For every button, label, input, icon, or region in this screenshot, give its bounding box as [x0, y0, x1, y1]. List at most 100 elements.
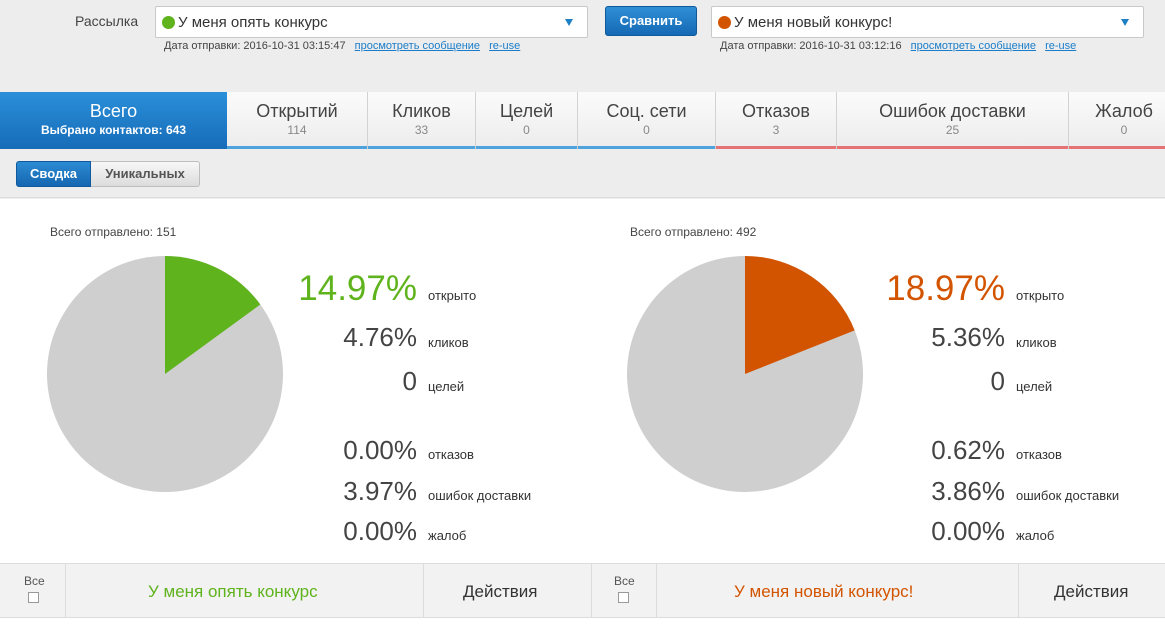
compare-bar: Рассылка У меня опять конкурс Дата отпра… — [0, 0, 1165, 92]
campaign-a-stat-opened: 14.97% — [298, 269, 417, 309]
table-header: Все У меня опять конкурс Действия Все У … — [0, 564, 1165, 618]
campaign-b-stat-goals: 0 — [880, 366, 1005, 398]
tab-total[interactable]: Всего Выбрано контактов: 643 — [0, 92, 227, 149]
column-title: Действия — [463, 582, 538, 601]
stat-label: целей — [428, 379, 465, 394]
contacts-table: Все У меня опять конкурс Действия Все У … — [0, 563, 1165, 632]
tab-count: 0 — [643, 123, 650, 137]
chevron-down-icon[interactable] — [1121, 19, 1129, 26]
stat-label: открыто — [1016, 288, 1065, 303]
select-all-cell-a: Все — [0, 564, 66, 618]
stats-tabs: Всего Выбрано контактов: 643 Открытий 11… — [0, 92, 1165, 149]
select-all-label: Все — [24, 574, 45, 588]
stat-value: 14.97% — [298, 269, 417, 308]
campaign-b-stat-clicks: 5.36% — [880, 322, 1005, 354]
campaign-a-stat-complaints: 0.00% — [300, 516, 417, 548]
campaign-b-select-value: У меня новый конкурс! — [734, 14, 893, 31]
tab-count: 3 — [772, 123, 780, 137]
tab-label: Отказов — [742, 101, 810, 121]
campaign-b-meta: Дата отправки: 2016-10-31 03:12:16 просм… — [720, 40, 1076, 52]
campaign-a-stat-delivery-errors: 3.97% — [300, 476, 417, 508]
tab-social[interactable]: Соц. сети 0 — [578, 92, 716, 149]
stat-value: 4.76% — [343, 322, 417, 352]
tab-clicks[interactable]: Кликов 33 — [368, 92, 476, 149]
stat-label: ошибок доставки — [428, 488, 532, 503]
tab-count: 0 — [523, 123, 530, 137]
campaign-b-stat-opened: 18.97% — [880, 269, 1005, 309]
stat-value: 0 — [990, 366, 1005, 396]
chevron-down-icon[interactable] — [565, 19, 573, 26]
campaign-a-stat-goals: 0 — [300, 366, 417, 398]
tab-bounces[interactable]: Отказов 3 — [716, 92, 837, 149]
stat-value: 3.97% — [343, 476, 417, 506]
tab-count: 33 — [414, 123, 429, 137]
select-all-checkbox[interactable] — [618, 592, 629, 603]
column-title: У меня опять конкурс — [148, 582, 318, 601]
summary-panel: Всего отправлено: 151 14.97% открыто 4.7… — [0, 199, 1165, 563]
campaign-a-color-dot — [162, 16, 175, 29]
stat-label: жалоб — [1016, 528, 1055, 543]
campaign-b-view-link[interactable]: просмотреть сообщение — [911, 40, 1036, 52]
campaign-a-total-sent: Всего отправлено: 151 — [50, 225, 177, 239]
summary-toggle-button[interactable]: Сводка — [16, 161, 91, 187]
campaign-a-reuse-link[interactable]: re-use — [489, 40, 520, 52]
stat-value: 3.86% — [931, 476, 1005, 506]
campaign-a-stat-bounces: 0.00% — [300, 435, 417, 467]
column-title: У меня новый конкурс! — [734, 582, 914, 601]
select-all-cell-b: Все — [592, 564, 657, 618]
stat-label: открыто — [428, 288, 477, 303]
tab-underline — [716, 146, 836, 149]
campaign-b-reuse-link[interactable]: re-use — [1045, 40, 1076, 52]
stat-label: кликов — [428, 335, 469, 350]
view-toggle-bar: Сводка Уникальных — [0, 150, 1165, 198]
stat-value: 0.00% — [931, 516, 1005, 546]
actions-column-header: Действия — [1019, 564, 1165, 618]
unique-toggle-button[interactable]: Уникальных — [91, 161, 200, 187]
stat-value: 0.62% — [931, 435, 1005, 465]
stat-value: 0 — [402, 366, 417, 396]
actions-column-header: Действия — [424, 564, 592, 618]
stat-label: жалоб — [428, 528, 467, 543]
stat-label: целей — [1016, 379, 1053, 394]
campaign-b-stat-bounces: 0.62% — [880, 435, 1005, 467]
campaign-b-stat-delivery-errors: 3.86% — [880, 476, 1005, 508]
stat-value: 0.00% — [343, 435, 417, 465]
tab-label: Жалоб — [1095, 101, 1153, 121]
stat-value: 18.97% — [886, 269, 1005, 308]
tab-goals[interactable]: Целей 0 — [476, 92, 578, 149]
campaign-b-color-dot — [718, 16, 731, 29]
tab-count: 114 — [287, 123, 307, 137]
tab-label: Открытий — [256, 101, 338, 121]
tab-label: Ошибок доставки — [879, 101, 1026, 121]
campaign-b-column-header: У меня новый конкурс! — [657, 564, 1019, 618]
campaign-a-select[interactable]: У меня опять конкурс — [155, 6, 588, 38]
stat-value: 0.00% — [343, 516, 417, 546]
campaign-a-select-value: У меня опять конкурс — [178, 14, 328, 31]
tab-label: Всего — [89, 101, 138, 121]
tab-opens[interactable]: Открытий 114 — [227, 92, 368, 149]
tab-underline — [227, 146, 367, 149]
campaign-a-column-header: У меня опять конкурс — [66, 564, 424, 618]
tab-count: Выбрано контактов: 643 — [40, 123, 186, 137]
tab-delivery-errors[interactable]: Ошибок доставки 25 — [837, 92, 1069, 149]
stat-label: отказов — [428, 447, 474, 462]
campaign-b-select[interactable]: У меня новый конкурс! — [711, 6, 1144, 38]
tab-underline — [476, 146, 577, 149]
stat-label: отказов — [1016, 447, 1062, 462]
compare-button[interactable]: Сравнить — [605, 6, 697, 36]
table-row[interactable] — [0, 619, 1165, 632]
tab-count: 25 — [945, 123, 960, 137]
campaign-a-meta: Дата отправки: 2016-10-31 03:15:47 просм… — [164, 40, 520, 52]
stat-value: 5.36% — [931, 322, 1005, 352]
campaign-a-stat-clicks: 4.76% — [300, 322, 417, 354]
tab-label: Целей — [499, 101, 554, 121]
column-title: Действия — [1054, 582, 1129, 601]
tab-underline — [368, 146, 475, 149]
select-all-checkbox[interactable] — [28, 592, 39, 603]
tab-complaints[interactable]: Жалоб 0 — [1069, 92, 1165, 149]
stat-label: кликов — [1016, 335, 1057, 350]
tab-underline — [837, 146, 1068, 149]
tab-underline — [578, 146, 715, 149]
campaign-a-view-link[interactable]: просмотреть сообщение — [355, 40, 480, 52]
campaign-a-sent-date: Дата отправки: 2016-10-31 03:15:47 — [164, 40, 346, 52]
